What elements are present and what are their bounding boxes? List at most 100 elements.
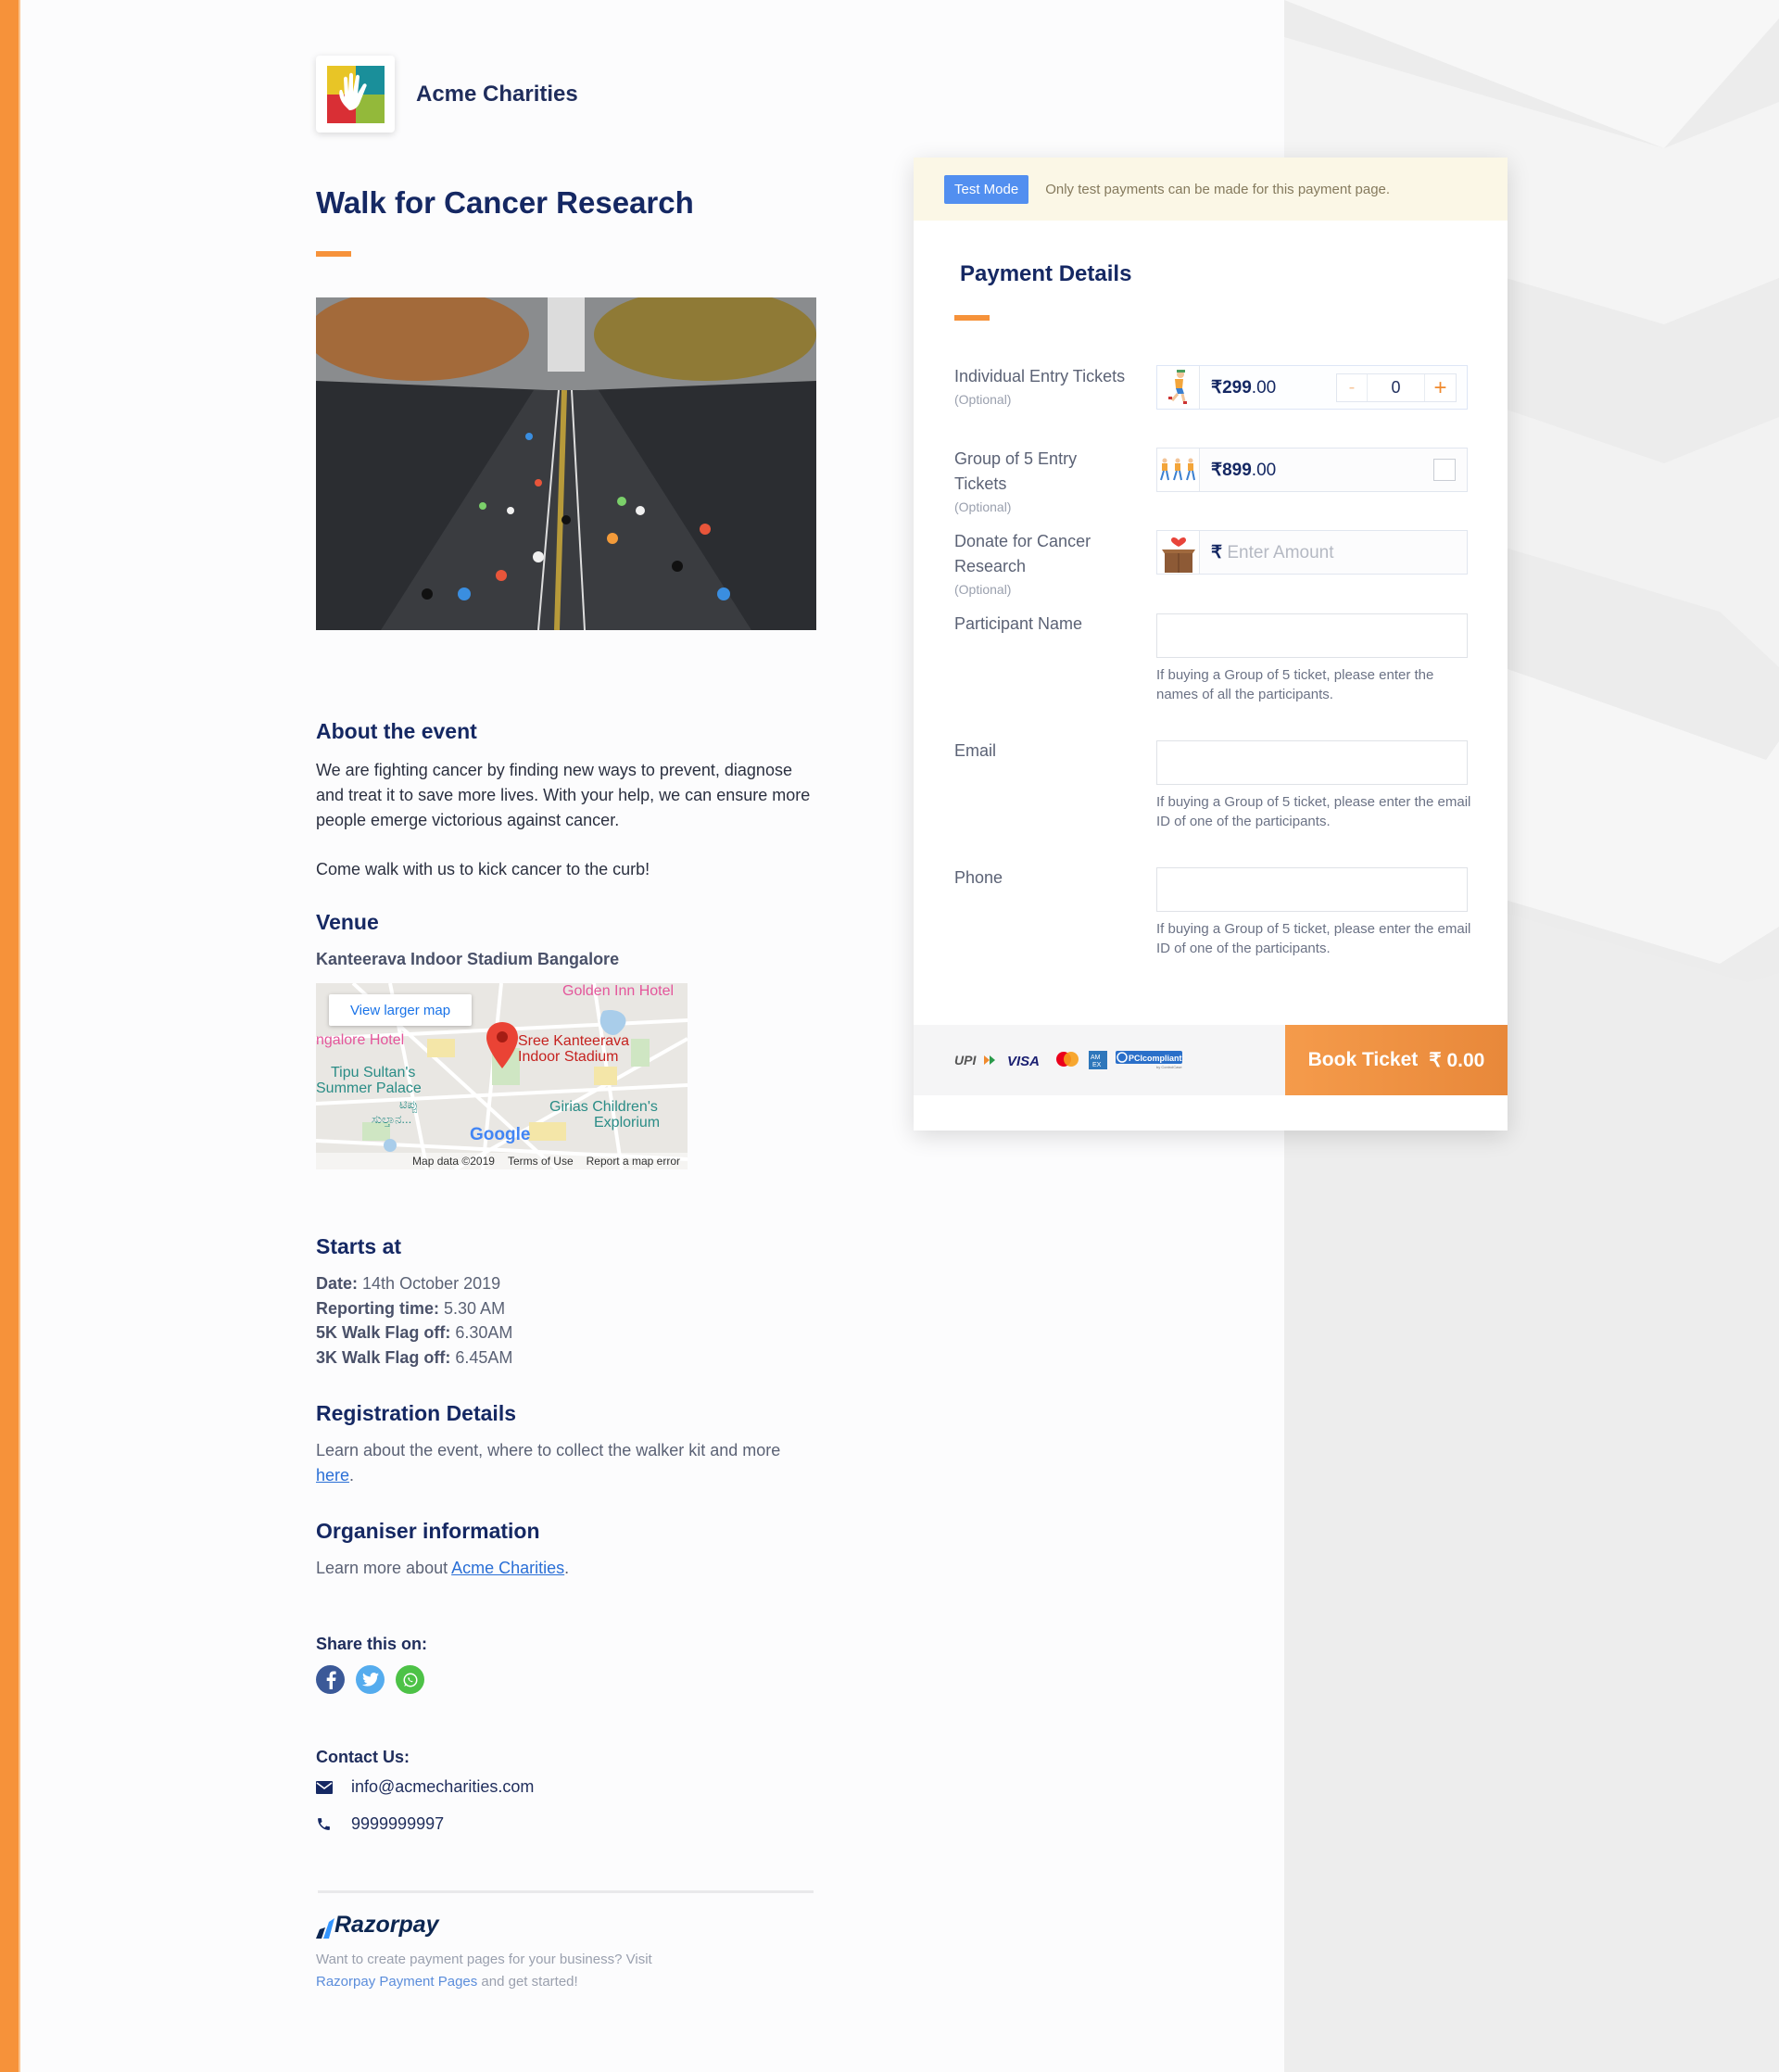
registration-text-body: Learn about the event, where to collect …	[316, 1441, 781, 1459]
about-heading: About the event	[316, 719, 477, 743]
contact-email-row: info@acmecharities.com	[316, 1777, 534, 1797]
currency-symbol: ₹	[1211, 460, 1223, 480]
row-label: 3K Walk Flag off:	[316, 1348, 451, 1367]
amount-main: 899	[1222, 460, 1252, 480]
amex-logo-icon: AMEX	[1089, 1051, 1107, 1069]
map-pin-label: Indoor Stadium	[518, 1049, 619, 1065]
currency-symbol: ₹	[1211, 377, 1223, 398]
razorpay-wordmark: Razorpay	[334, 1912, 439, 1938]
map-place-label: Summer Palace	[316, 1080, 422, 1096]
contact-phone-row: 9999999997	[316, 1814, 444, 1834]
svg-text:AM: AM	[1091, 1055, 1101, 1061]
twitter-share-button[interactable]	[356, 1665, 385, 1694]
email-hint: If buying a Group of 5 ticket, please en…	[1156, 794, 1471, 829]
period: .	[564, 1559, 570, 1577]
email-input[interactable]	[1156, 740, 1468, 785]
optional-tag: (Optional)	[954, 392, 1012, 407]
participant-name-label: Participant Name	[954, 614, 1083, 633]
svg-text:PCIcompliant: PCIcompliant	[1129, 1054, 1182, 1063]
accent-sidebar-bar	[0, 0, 20, 2072]
map-terms-link[interactable]: Terms of Use	[508, 1155, 574, 1168]
whatsapp-icon	[403, 1673, 417, 1687]
runner-icon	[1157, 366, 1200, 409]
payment-method-logos: UPI VISA AM EX PCIcompliant by ControlCase	[914, 1025, 1285, 1095]
item-label-text: Individual Entry Tickets	[954, 367, 1126, 385]
svg-text:by ControlCase: by ControlCase	[1156, 1065, 1182, 1069]
pci-compliant-logo-icon: PCIcompliant by ControlCase	[1116, 1051, 1182, 1069]
donation-input[interactable]: ₹ Enter Amount	[1211, 542, 1334, 563]
organiser-text-body: Learn more about	[316, 1559, 452, 1577]
registration-here-link[interactable]: here	[316, 1466, 349, 1485]
view-larger-map-link[interactable]: View larger map	[329, 994, 472, 1026]
3k-flagoff-row: 3K Walk Flag off: 6.45AM	[316, 1348, 512, 1368]
brand-name: Acme Charities	[416, 81, 578, 107]
item-label-text: Donate for Cancer Research	[954, 532, 1091, 575]
book-ticket-button[interactable]: Book Ticket ₹ 0.00	[1285, 1025, 1508, 1095]
brand-header: Acme Charities	[316, 56, 578, 133]
increment-button[interactable]: +	[1425, 374, 1456, 401]
venue-map[interactable]: View larger map Golden Inn Hotel ngalore…	[316, 983, 688, 1169]
svg-text:VISA: VISA	[1007, 1054, 1040, 1067]
test-mode-message: Only test payments can be made for this …	[1045, 181, 1391, 197]
razorpay-logo-icon	[316, 1918, 334, 1939]
group-runners-icon	[1157, 449, 1200, 491]
row-value: 5.30 AM	[444, 1299, 506, 1318]
whatsapp-share-button[interactable]	[396, 1665, 424, 1694]
razorpay-logo[interactable]: Razorpay	[316, 1912, 439, 1939]
svg-text:UPI: UPI	[954, 1054, 977, 1067]
facebook-icon	[326, 1671, 336, 1689]
title-accent-line	[316, 251, 351, 257]
contact-email[interactable]: info@acmecharities.com	[351, 1777, 534, 1797]
book-button-amount: ₹ 0.00	[1429, 1049, 1485, 1071]
visa-logo-icon: VISA	[1007, 1054, 1040, 1067]
starts-heading: Starts at	[316, 1234, 402, 1258]
amount-decimal: .00	[1251, 460, 1277, 480]
donation-amount-field[interactable]: ₹ Enter Amount	[1156, 530, 1468, 575]
phone-input[interactable]	[1156, 867, 1468, 912]
registration-heading: Registration Details	[316, 1401, 516, 1425]
svg-text:EX: EX	[1092, 1062, 1102, 1068]
upi-logo-icon: UPI	[954, 1054, 995, 1067]
email-label: Email	[954, 741, 997, 760]
about-tagline: Come walk with us to kick cancer to the …	[316, 860, 650, 878]
page-title: Walk for Cancer Research	[316, 185, 694, 220]
registration-text: Learn about the event, where to collect …	[316, 1438, 798, 1488]
group-ticket-checkbox[interactable]	[1433, 459, 1456, 481]
test-mode-badge: Test Mode	[944, 174, 1029, 204]
reporting-time-row: Reporting time: 5.30 AM	[316, 1299, 505, 1319]
row-label: Date:	[316, 1274, 359, 1293]
facebook-share-button[interactable]	[316, 1665, 345, 1694]
individual-ticket-amount: ₹299.00	[1211, 377, 1276, 398]
brand-logo	[316, 56, 395, 133]
google-logo: Google	[470, 1125, 531, 1144]
mail-icon	[316, 1780, 334, 1794]
twitter-icon	[361, 1673, 379, 1687]
phone-hint: If buying a Group of 5 ticket, please en…	[1156, 921, 1471, 956]
razorpay-payment-pages-link[interactable]: Razorpay Payment Pages	[316, 1974, 477, 1990]
hand-logo-icon	[326, 65, 385, 123]
map-place-label: ಸುಲ್ತಾನ...	[372, 1112, 412, 1126]
decrement-button[interactable]: -	[1337, 374, 1368, 401]
phone-icon	[316, 1816, 334, 1832]
share-buttons	[316, 1665, 424, 1694]
map-footer: Map data ©2019 Terms of Use Report a map…	[316, 1153, 688, 1169]
payment-card: Test Mode Only test payments can be made…	[914, 158, 1508, 1131]
organiser-link[interactable]: Acme Charities	[451, 1559, 564, 1577]
optional-tag: (Optional)	[954, 499, 1012, 514]
row-label: Reporting time:	[316, 1299, 439, 1318]
map-report-link[interactable]: Report a map error	[587, 1155, 680, 1168]
optional-tag: (Optional)	[954, 582, 1012, 597]
donation-box-icon	[1157, 531, 1200, 574]
map-pin-label: Sree Kanteerava	[518, 1033, 630, 1049]
row-value: 6.45AM	[455, 1348, 513, 1367]
contact-phone[interactable]: 9999999997	[351, 1814, 444, 1834]
group-ticket-price-box: ₹899.00	[1156, 448, 1468, 492]
payment-details-title: Payment Details	[960, 261, 1132, 286]
row-label: 5K Walk Flag off:	[316, 1323, 451, 1342]
footer-text-body: Want to create payment pages for your bu…	[316, 1952, 652, 1967]
quantity-stepper: - 0 +	[1336, 373, 1457, 402]
phone-label: Phone	[954, 868, 1003, 887]
individual-ticket-label: Individual Entry Tickets (Optional)	[954, 364, 1130, 410]
participant-name-input[interactable]	[1156, 613, 1468, 658]
quantity-value[interactable]: 0	[1368, 374, 1425, 401]
